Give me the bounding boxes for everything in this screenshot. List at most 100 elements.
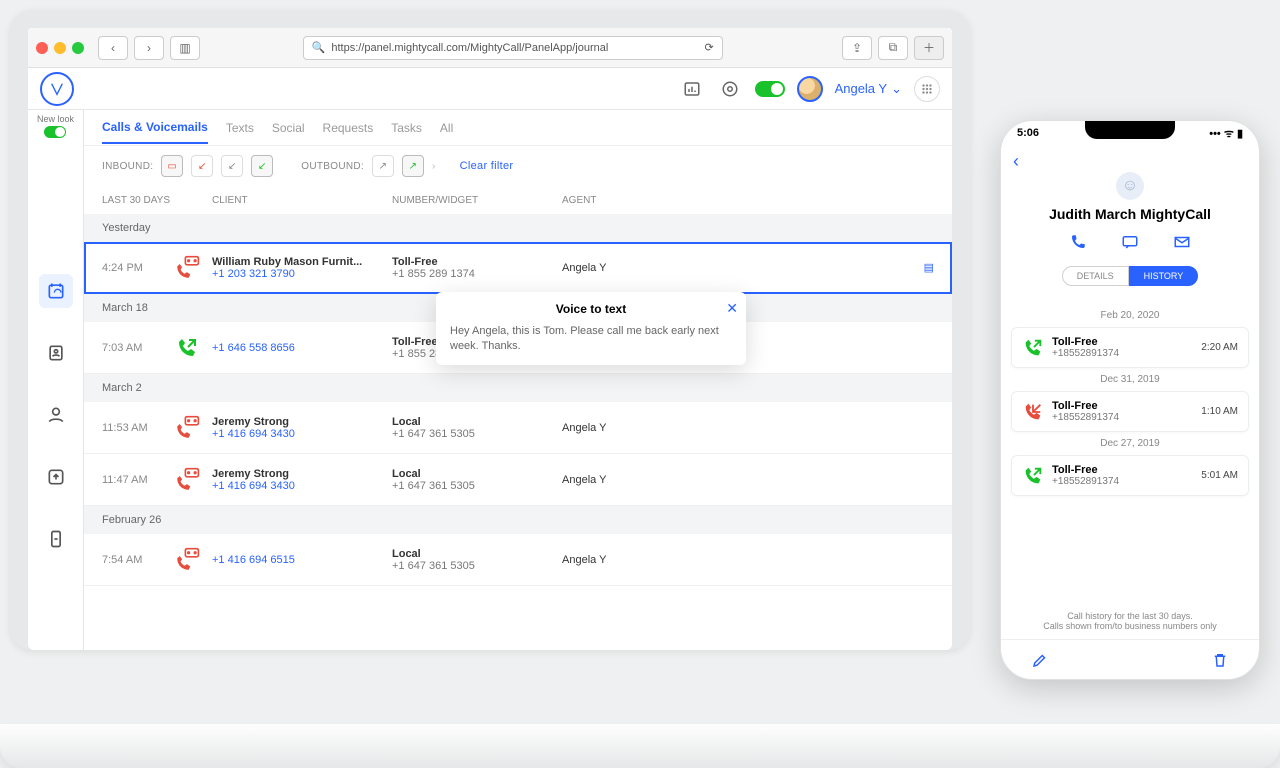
phone-time: 5:06 bbox=[1017, 127, 1039, 139]
status-icons: ••• ᯤ ▮ bbox=[1209, 126, 1243, 141]
sidebar-tab-contacts[interactable] bbox=[39, 336, 73, 370]
date-group: February 26 bbox=[84, 506, 952, 534]
col-client: CLIENT bbox=[212, 195, 392, 206]
reload-icon[interactable]: ⟳ bbox=[704, 41, 713, 54]
call-type-icon bbox=[172, 413, 202, 443]
clear-filter-link[interactable]: Clear filter bbox=[460, 160, 514, 172]
client-number-link[interactable]: +1 646 558 8656 bbox=[212, 342, 392, 354]
minimize-window-icon[interactable] bbox=[54, 42, 66, 54]
client-number-link[interactable]: +1 416 694 6515 bbox=[212, 554, 392, 566]
forward-button[interactable]: › bbox=[134, 36, 164, 60]
widget-label: Local bbox=[392, 468, 562, 480]
widget-number: +1 647 361 5305 bbox=[392, 480, 562, 492]
call-time: 11:47 AM bbox=[102, 474, 172, 486]
client-name: Jeremy Strong bbox=[212, 468, 382, 480]
filter-in-answered[interactable]: ↙ bbox=[251, 155, 273, 177]
edit-icon[interactable] bbox=[1031, 651, 1049, 669]
more-filters-icon[interactable]: › bbox=[432, 161, 436, 172]
history-call-icon bbox=[1022, 401, 1044, 423]
search-icon: 🔍 bbox=[312, 41, 326, 54]
address-bar[interactable]: 🔍 https://panel.mightycall.com/MightyCal… bbox=[303, 36, 723, 60]
app-header: Angela Y ⌄ bbox=[28, 68, 952, 110]
user-avatar[interactable] bbox=[797, 76, 823, 102]
app-logo[interactable] bbox=[40, 72, 74, 106]
history-date: Dec 31, 2019 bbox=[1011, 374, 1249, 385]
filter-out[interactable]: ↗ bbox=[372, 155, 394, 177]
delete-icon[interactable] bbox=[1211, 651, 1229, 669]
history-card[interactable]: Toll-Free +18552891374 1:10 AM bbox=[1011, 391, 1249, 432]
widget-number: +1 647 361 5305 bbox=[392, 428, 562, 440]
user-menu[interactable]: Angela Y ⌄ bbox=[835, 81, 902, 97]
phone-history-list[interactable]: Feb 20, 2020 Toll-Free +18552891374 2:20… bbox=[1001, 304, 1259, 603]
new-tab-button[interactable]: ＋ bbox=[914, 36, 944, 60]
filter-out-answered[interactable]: ↗ bbox=[402, 155, 424, 177]
history-card[interactable]: Toll-Free +18552891374 5:01 AM bbox=[1011, 455, 1249, 496]
tab-calls-voicemails[interactable]: Calls & Voicemails bbox=[102, 112, 208, 144]
outbound-label: OUTBOUND: bbox=[301, 161, 364, 172]
segment-control[interactable]: DETAILS HISTORY bbox=[1013, 266, 1247, 286]
agent-name: Angela Y bbox=[562, 422, 606, 434]
availability-toggle[interactable] bbox=[755, 81, 785, 97]
close-window-icon[interactable] bbox=[36, 42, 48, 54]
popup-title: Voice to text bbox=[450, 302, 732, 316]
segment-details[interactable]: DETAILS bbox=[1062, 266, 1129, 286]
new-look-toggle[interactable]: New look bbox=[37, 114, 74, 138]
maximize-window-icon[interactable] bbox=[72, 42, 84, 54]
call-row[interactable]: 7:54 AM +1 416 694 6515 Local +1 647 361… bbox=[84, 534, 952, 586]
back-button[interactable]: ‹ bbox=[98, 36, 128, 60]
tab-all[interactable]: All bbox=[440, 113, 453, 143]
toolbar-button[interactable]: ▥ bbox=[170, 36, 200, 60]
tabs-icon[interactable]: ⧉ bbox=[878, 36, 908, 60]
sidebar-tab-device[interactable] bbox=[39, 522, 73, 556]
call-row[interactable]: 11:53 AM Jeremy Strong +1 416 694 3430 L… bbox=[84, 402, 952, 454]
history-number: +18552891374 bbox=[1052, 476, 1193, 487]
call-action-icon[interactable] bbox=[1063, 230, 1093, 254]
close-popup-icon[interactable]: ✕ bbox=[726, 300, 738, 317]
history-title: Toll-Free bbox=[1052, 336, 1193, 348]
analytics-icon[interactable] bbox=[679, 76, 705, 102]
history-time: 5:01 AM bbox=[1201, 470, 1238, 481]
agent-name: Angela Y bbox=[562, 554, 606, 566]
call-type-icon bbox=[172, 465, 202, 495]
phone-bottom-bar bbox=[1001, 639, 1259, 679]
client-name: William Ruby Mason Furnit... bbox=[212, 256, 382, 268]
sidebar-tab-forward[interactable] bbox=[39, 460, 73, 494]
popup-body: Hey Angela, this is Tom. Please call me … bbox=[450, 324, 732, 355]
client-number-link[interactable]: +1 416 694 3430 bbox=[212, 480, 392, 492]
phone-back-button[interactable]: ‹ bbox=[1013, 151, 1019, 171]
share-icon[interactable]: ⇪ bbox=[842, 36, 872, 60]
filter-in[interactable]: ↙ bbox=[221, 155, 243, 177]
sidebar-tab-journal[interactable] bbox=[39, 274, 73, 308]
contact-header: ☺ Judith March MightyCall bbox=[1013, 172, 1247, 254]
call-type-icon bbox=[172, 333, 202, 363]
email-action-icon[interactable] bbox=[1167, 230, 1197, 254]
call-row[interactable]: 4:24 PM William Ruby Mason Furnit... +1 … bbox=[84, 242, 952, 294]
tab-tasks[interactable]: Tasks bbox=[391, 113, 422, 143]
call-row[interactable]: 11:47 AM Jeremy Strong +1 416 694 3430 L… bbox=[84, 454, 952, 506]
sidebar-tab-agent[interactable] bbox=[39, 398, 73, 432]
phone-footer-note: Call history for the last 30 days. Calls… bbox=[1001, 603, 1259, 639]
chevron-down-icon: ⌄ bbox=[891, 81, 902, 97]
tab-texts[interactable]: Texts bbox=[226, 113, 254, 143]
segment-history[interactable]: HISTORY bbox=[1129, 266, 1199, 286]
client-number-link[interactable]: +1 416 694 3430 bbox=[212, 428, 392, 440]
call-list[interactable]: Yesterday 4:24 PM William Ruby Mason Fur… bbox=[84, 214, 952, 650]
filter-voicemail[interactable]: ▭ bbox=[161, 155, 183, 177]
history-call-icon bbox=[1022, 465, 1044, 487]
phone-device: 5:06 ••• ᯤ ▮ ‹ ☺ Judith March MightyCall… bbox=[1000, 120, 1260, 680]
filter-missed-in[interactable]: ↙ bbox=[191, 155, 213, 177]
history-card[interactable]: Toll-Free +18552891374 2:20 AM bbox=[1011, 327, 1249, 368]
new-look-label: New look bbox=[37, 114, 74, 124]
contact-avatar-icon: ☺ bbox=[1116, 172, 1144, 200]
message-action-icon[interactable] bbox=[1115, 230, 1145, 254]
settings-icon[interactable] bbox=[717, 76, 743, 102]
history-call-icon bbox=[1022, 337, 1044, 359]
history-title: Toll-Free bbox=[1052, 464, 1193, 476]
laptop-device: ‹ › ▥ 🔍 https://panel.mightycall.com/Mig… bbox=[10, 10, 970, 650]
dialpad-icon[interactable] bbox=[914, 76, 940, 102]
client-number-link[interactable]: +1 203 321 3790 bbox=[212, 268, 392, 280]
tab-social[interactable]: Social bbox=[272, 113, 305, 143]
transcript-icon[interactable]: ▤ bbox=[924, 261, 934, 274]
col-time: LAST 30 DAYS bbox=[102, 195, 172, 206]
tab-requests[interactable]: Requests bbox=[323, 113, 374, 143]
